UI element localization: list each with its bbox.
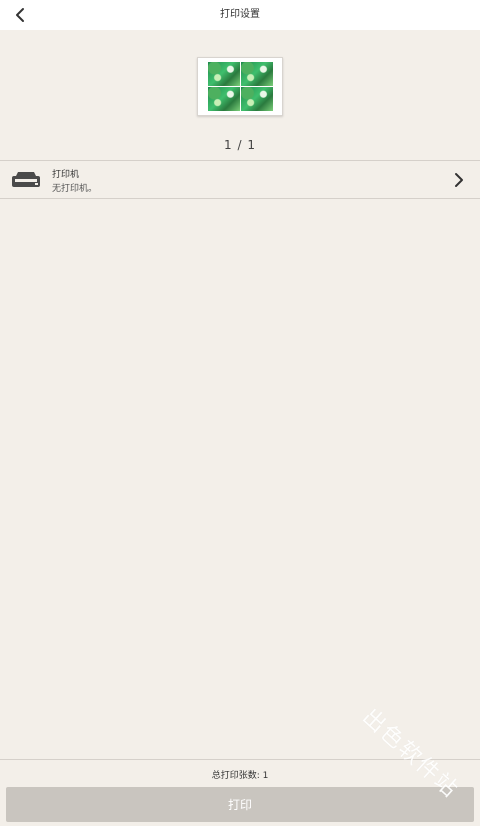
page-title: 打印设置 bbox=[220, 9, 260, 20]
printer-icon bbox=[12, 172, 40, 187]
printer-selector[interactable]: 打印机 无打印机。 bbox=[0, 161, 480, 198]
chevron-right-icon bbox=[455, 173, 463, 187]
top-bar: 打印设置 bbox=[0, 0, 480, 30]
photo-thumbnail bbox=[208, 62, 240, 86]
divider bbox=[0, 198, 480, 199]
preview-page[interactable] bbox=[197, 57, 283, 116]
photo-thumbnail bbox=[241, 62, 273, 86]
page-indicator: 1 / 1 bbox=[224, 138, 256, 152]
photo-thumbnail bbox=[241, 87, 273, 111]
photo-thumbnail bbox=[208, 87, 240, 111]
print-preview: 1 / 1 bbox=[0, 30, 480, 160]
printer-status: 无打印机。 bbox=[52, 184, 98, 194]
print-button[interactable]: 打印 bbox=[6, 787, 474, 822]
printer-label: 打印机 bbox=[52, 170, 80, 180]
